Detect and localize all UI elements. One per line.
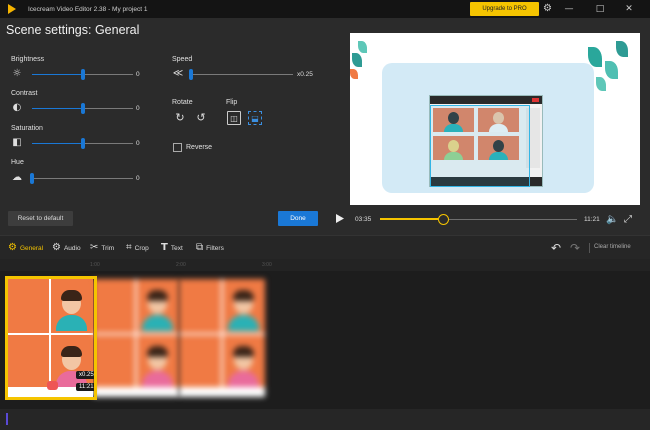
crop-icon: ⌗ bbox=[126, 242, 132, 253]
leaf-decoration bbox=[350, 69, 358, 79]
saturation-icon: ◧ bbox=[12, 137, 22, 148]
saturation-slider[interactable] bbox=[32, 138, 133, 149]
reset-to-default-button[interactable]: Reset to default bbox=[8, 211, 73, 226]
reverse-label: Reverse bbox=[186, 144, 213, 151]
tool-filters[interactable]: ⧉ Filters bbox=[196, 241, 224, 255]
speed-slider[interactable] bbox=[189, 69, 293, 80]
done-button[interactable]: Done bbox=[278, 211, 318, 226]
timeline-ruler: 1:00 2:00 3:00 bbox=[0, 259, 650, 271]
editor-toolbar: ⚙ General ⚙ Audio ✂ Trim ⌗ Crop T Text ⧉ Filte… bbox=[0, 235, 650, 259]
page-title: Scene settings: General bbox=[6, 23, 140, 37]
clear-timeline-button[interactable]: Clear timeline bbox=[594, 244, 631, 250]
tool-trim[interactable]: ✂ Trim bbox=[90, 241, 114, 255]
brightness-icon: ☼ bbox=[12, 68, 22, 79]
brightness-slider[interactable] bbox=[32, 69, 133, 80]
current-time: 03:35 bbox=[355, 216, 372, 223]
crop-selection-box[interactable] bbox=[430, 105, 530, 187]
tool-general[interactable]: ⚙ General bbox=[8, 241, 43, 255]
preview-record-indicator bbox=[532, 98, 539, 102]
speed-icon: ≪ bbox=[172, 68, 184, 79]
leaf-decoration bbox=[352, 53, 362, 67]
hue-icon: ☁ bbox=[12, 172, 22, 183]
volume-icon[interactable]: 🔈 bbox=[606, 214, 618, 226]
total-time: 11:21 bbox=[584, 216, 600, 223]
toolbar-divider bbox=[589, 243, 590, 253]
tool-filters-label: Filters bbox=[206, 244, 224, 252]
saturation-value: 0 bbox=[136, 140, 140, 147]
ruler-tick: 2:00 bbox=[176, 262, 186, 268]
rotate-right-icon[interactable]: ↻ bbox=[173, 111, 187, 125]
brightness-value: 0 bbox=[136, 71, 140, 78]
saturation-label: Saturation bbox=[11, 125, 43, 132]
flip-vertical-icon[interactable]: ⬓ bbox=[248, 111, 262, 125]
track-marker[interactable] bbox=[6, 413, 8, 425]
contrast-icon: ◐ bbox=[12, 102, 22, 113]
contrast-label: Contrast bbox=[11, 90, 38, 97]
leaf-decoration bbox=[588, 47, 602, 67]
scissors-icon: ✂ bbox=[90, 242, 99, 253]
minimize-button[interactable]: — bbox=[561, 2, 577, 16]
seek-bar[interactable] bbox=[380, 214, 577, 225]
tool-crop[interactable]: ⌗ Crop bbox=[126, 241, 149, 255]
text-icon: T bbox=[161, 242, 168, 253]
flip-label: Flip bbox=[226, 99, 238, 106]
leaf-decoration bbox=[616, 41, 628, 57]
fullscreen-icon[interactable]: ⤢ bbox=[624, 214, 632, 226]
clip-thumbnail bbox=[93, 279, 179, 397]
tool-trim-label: Trim bbox=[101, 244, 115, 252]
leaf-decoration bbox=[596, 77, 606, 91]
leaf-decoration bbox=[358, 41, 367, 53]
ruler-tick: 1:00 bbox=[90, 262, 100, 268]
preview-screen-topbar bbox=[430, 96, 542, 104]
hue-slider-thumb[interactable] bbox=[30, 173, 34, 184]
undo-icon[interactable]: ↶ bbox=[551, 241, 561, 255]
upgrade-button[interactable]: Upgrade to PRO bbox=[470, 2, 539, 16]
leaf-decoration bbox=[605, 61, 618, 79]
gear-icon: ⚙ bbox=[8, 242, 17, 253]
play-icon[interactable] bbox=[335, 213, 345, 223]
timeline[interactable]: 1:00 2:00 3:00 x0.25 11:21 bbox=[0, 259, 650, 409]
filters-icon: ⧉ bbox=[196, 242, 204, 253]
speed-slider-thumb[interactable] bbox=[189, 69, 193, 80]
hue-label: Hue bbox=[11, 159, 24, 166]
speed-label: Speed bbox=[172, 56, 193, 63]
selected-clip-outline bbox=[5, 276, 97, 400]
brightness-slider-thumb[interactable] bbox=[80, 69, 85, 80]
tool-audio-label: Audio bbox=[63, 244, 81, 252]
reverse-checkbox[interactable] bbox=[173, 143, 182, 152]
rotate-label: Rotate bbox=[172, 99, 193, 106]
brightness-label: Brightness bbox=[11, 56, 45, 63]
audio-icon: ⚙ bbox=[52, 242, 61, 253]
saturation-slider-thumb[interactable] bbox=[80, 138, 85, 149]
contrast-slider-thumb[interactable] bbox=[80, 103, 85, 114]
tool-text-label: Text bbox=[170, 244, 183, 252]
tool-general-label: General bbox=[19, 244, 44, 252]
contrast-slider[interactable] bbox=[32, 103, 133, 114]
flip-horizontal-icon[interactable]: ◫ bbox=[227, 111, 241, 125]
speed-value: x0.25 bbox=[297, 71, 313, 78]
tool-crop-label: Crop bbox=[134, 244, 149, 252]
audio-track[interactable] bbox=[0, 409, 650, 430]
redo-icon[interactable]: ↷ bbox=[570, 241, 580, 255]
app-logo-icon bbox=[6, 3, 20, 15]
ruler-tick: 3:00 bbox=[262, 262, 272, 268]
tool-text[interactable]: T Text bbox=[161, 241, 183, 255]
video-preview[interactable] bbox=[350, 33, 640, 205]
clip-thumbnail bbox=[179, 279, 265, 397]
maximize-button[interactable]: □ bbox=[592, 2, 608, 16]
hue-slider[interactable] bbox=[30, 173, 133, 184]
title-bar: Icecream Video Editor 2.38 - My project … bbox=[0, 0, 650, 18]
hue-value: 0 bbox=[136, 175, 140, 182]
contrast-value: 0 bbox=[136, 105, 140, 112]
window-title: Icecream Video Editor 2.38 - My project … bbox=[28, 5, 148, 13]
gear-icon[interactable]: ⚙ bbox=[543, 3, 552, 15]
rotate-left-icon[interactable]: ↺ bbox=[194, 111, 208, 125]
tool-audio[interactable]: ⚙ Audio bbox=[52, 241, 81, 255]
seek-knob[interactable] bbox=[438, 214, 450, 225]
close-button[interactable]: ✕ bbox=[621, 2, 637, 16]
